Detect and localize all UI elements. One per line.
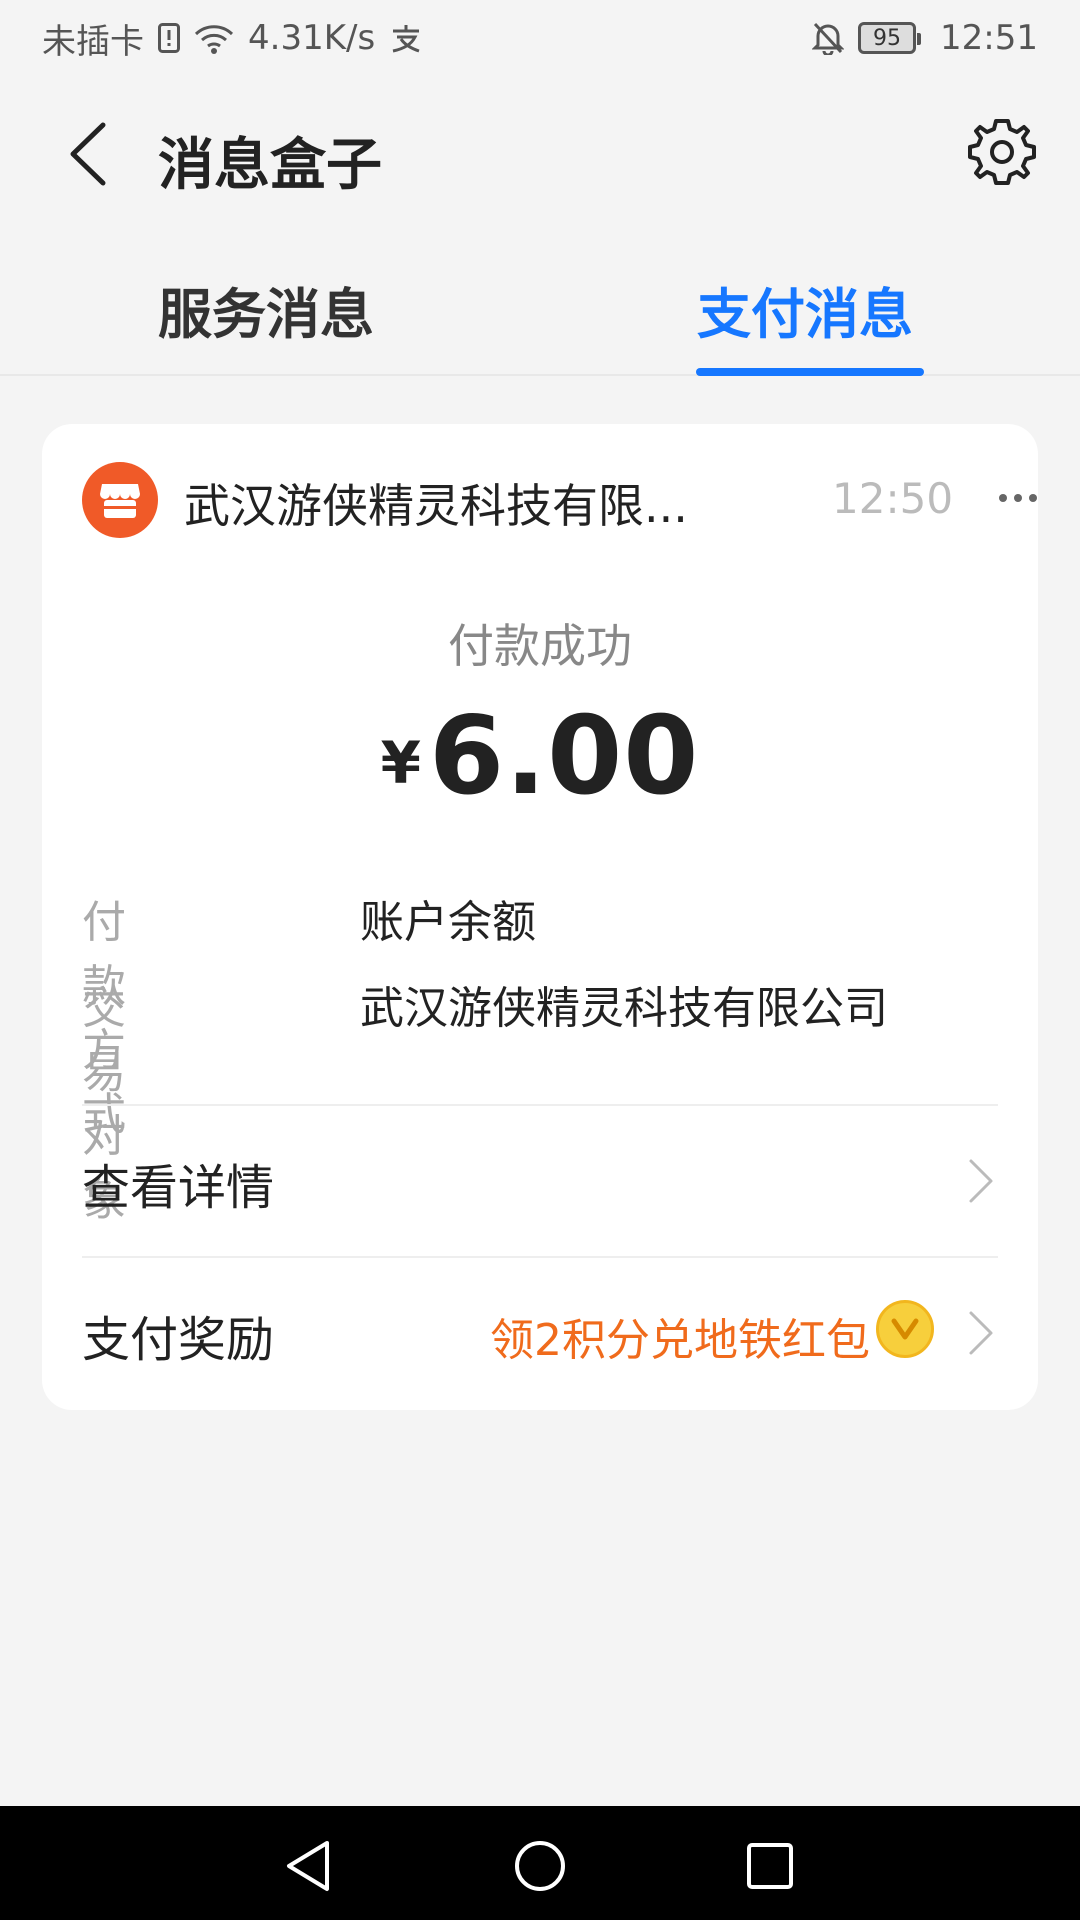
reward-promo-text: 领2积分兑地铁红包 [490,1315,870,1366]
gear-icon [968,119,1036,185]
battery-icon: 95 [858,22,922,54]
system-nav-bar [0,1806,1080,1920]
active-tab-indicator [696,368,924,376]
amount-value: 6.00 [428,694,700,819]
circle-home-icon [515,1841,565,1891]
nav-recents-button[interactable] [740,1836,800,1896]
message-time: 12:50 [832,474,954,523]
more-dots-icon [999,494,1037,502]
clock: 12:51 [940,18,1038,58]
currency-symbol: ¥ [380,729,421,797]
chevron-right-icon [964,1156,998,1206]
status-left: 未插卡 4.31K/s [42,14,423,63]
carrier-text: 未插卡 [42,21,144,62]
payment-status: 付款成功 [448,619,632,673]
tab-payment-messages[interactable]: 支付消息 [697,270,913,349]
back-arrow-icon [70,122,106,186]
nav-back-button[interactable] [278,1836,338,1896]
page-title: 消息盒子 [158,133,382,198]
store-icon [82,462,158,538]
payment-amount: ¥6.00 [42,694,1038,819]
info-value: 武汉游侠精灵科技有限公司 [360,983,888,1034]
payment-reward-label: 支付奖励 [82,1312,275,1368]
sim-alert-icon [158,23,180,53]
wifi-icon [194,22,234,54]
triangle-back-icon [287,1841,329,1891]
reward-coin-icon [876,1300,934,1358]
status-bar: 未插卡 4.31K/s 95 12:51 [0,0,1080,76]
payment-message-card[interactable]: 武汉游侠精灵科技有限... 12:50 付款成功 ¥6.00 付款方式 账户余额… [42,424,1038,1410]
view-details-label: 查看详情 [82,1160,275,1216]
tab-bar: 服务消息 支付消息 [0,240,1080,376]
alipay-notification-icon [389,23,423,53]
back-button[interactable] [52,114,122,194]
merchant-name: 武汉游侠精灵科技有限... [184,479,688,533]
header: 消息盒子 [0,76,1080,226]
settings-button[interactable] [964,114,1040,190]
view-details-row[interactable]: 查看详情 [82,1106,998,1256]
chevron-right-icon [964,1308,998,1358]
network-speed: 4.31K/s [248,18,376,58]
square-recents-icon [747,1843,793,1889]
page: 未插卡 4.31K/s 95 12:51 消息盒子 服务消息 支付消息 武汉游侠… [0,0,1080,1920]
merchant-row: 武汉游侠精灵科技有限... 12:50 [82,462,1037,538]
more-options-button[interactable] [988,480,1048,516]
payment-reward-row[interactable]: 支付奖励 领2积分兑地铁红包 [82,1258,998,1408]
mute-bell-icon [812,21,845,55]
info-value: 账户余额 [360,897,536,948]
nav-home-button[interactable] [510,1836,570,1896]
status-right: 95 12:51 [812,18,1038,58]
tab-service-messages[interactable]: 服务消息 [158,270,374,349]
